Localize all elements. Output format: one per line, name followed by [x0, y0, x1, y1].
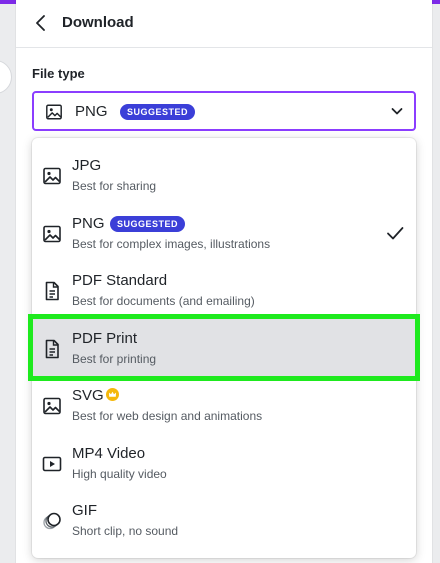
- selected-file-type: PNG: [75, 103, 108, 120]
- option-name: JPG: [72, 157, 102, 174]
- option-description: Short clip, no sound: [72, 524, 179, 538]
- option-svg[interactable]: SVG Best for web design and animations: [32, 376, 416, 433]
- option-description: Best for complex images, illustrations: [72, 237, 271, 251]
- suggested-badge: SUGGESTED: [110, 216, 186, 232]
- panel-header: Download: [16, 0, 432, 48]
- option-name: PDF Standard: [72, 272, 168, 289]
- option-description: High quality video: [72, 467, 167, 481]
- option-png[interactable]: PNG SUGGESTED Best for complex images, i…: [32, 204, 416, 261]
- option-mp4-video[interactable]: MP4 Video High quality video: [32, 434, 416, 491]
- option-description: Best for printing: [72, 352, 157, 366]
- document-icon: [45, 339, 59, 359]
- file-type-dropdown-menu: JPG Best for sharing PNG SUGGESTED Best …: [32, 138, 416, 558]
- image-icon: [43, 397, 61, 415]
- option-name: SVG: [72, 387, 104, 404]
- option-name: PNG: [72, 215, 105, 232]
- option-pdf-standard[interactable]: PDF Standard Best for documents (and ema…: [32, 261, 416, 318]
- image-icon: [43, 167, 61, 185]
- back-button[interactable]: [30, 12, 52, 34]
- document-icon: [45, 281, 59, 301]
- chevron-down-icon: [391, 108, 403, 115]
- option-pdf-print[interactable]: PDF Print Best for printing: [32, 319, 416, 376]
- gif-icon: [43, 512, 61, 530]
- option-name: MP4 Video: [72, 445, 146, 462]
- checkmark-icon: [387, 227, 404, 240]
- file-type-label: File type: [32, 66, 85, 81]
- suggested-badge: SUGGESTED: [120, 104, 196, 120]
- option-name: PDF Print: [72, 330, 138, 347]
- chevron-left-icon: [36, 15, 45, 31]
- option-description: Best for documents (and emailing): [72, 294, 255, 308]
- option-name: GIF: [72, 502, 97, 519]
- option-description: Best for web design and animations: [72, 409, 263, 423]
- file-type-select[interactable]: PNG SUGGESTED: [32, 91, 416, 131]
- image-icon: [46, 104, 62, 120]
- option-gif[interactable]: GIF Short clip, no sound: [32, 491, 416, 548]
- video-icon: [42, 456, 62, 472]
- option-jpg[interactable]: JPG Best for sharing: [32, 146, 416, 203]
- option-description: Best for sharing: [72, 179, 157, 193]
- panel-title: Download: [62, 14, 134, 31]
- image-icon: [43, 225, 61, 243]
- background-avatar-button[interactable]: [0, 60, 12, 94]
- premium-crown-icon: [106, 388, 119, 401]
